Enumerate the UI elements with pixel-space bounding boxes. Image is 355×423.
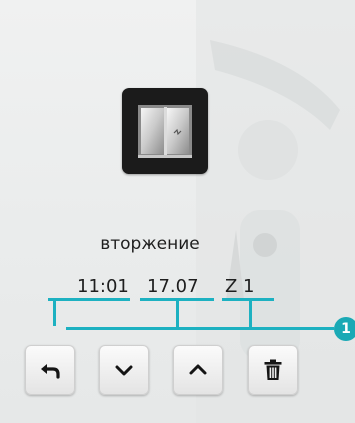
scroll-down-button[interactable] [99, 345, 149, 395]
trash-icon [264, 359, 282, 380]
callout-drop-date [176, 300, 179, 328]
window-open-icon [138, 105, 192, 158]
event-type-label: вторжение [100, 234, 200, 254]
scroll-up-button[interactable] [173, 345, 223, 395]
callout-drop-zone [249, 300, 252, 328]
zone-underline [222, 298, 274, 301]
callout-badge: 1 [334, 317, 355, 341]
chevron-down-icon [115, 365, 133, 376]
time-underline [48, 298, 130, 301]
delete-button[interactable] [248, 345, 298, 395]
chevron-up-icon [189, 364, 207, 375]
event-date: 17.07 [147, 276, 199, 297]
callout-drop-time [53, 300, 56, 326]
callout-horizontal-line [66, 327, 334, 330]
event-time: 11:01 [77, 276, 129, 297]
event-type-icon [122, 88, 208, 174]
back-arrow-icon [41, 364, 60, 379]
event-log-screen: вторжение 11:01 17.07 Z 1 1 [0, 0, 355, 423]
back-button[interactable] [25, 345, 75, 395]
event-zone: Z 1 [225, 276, 255, 297]
